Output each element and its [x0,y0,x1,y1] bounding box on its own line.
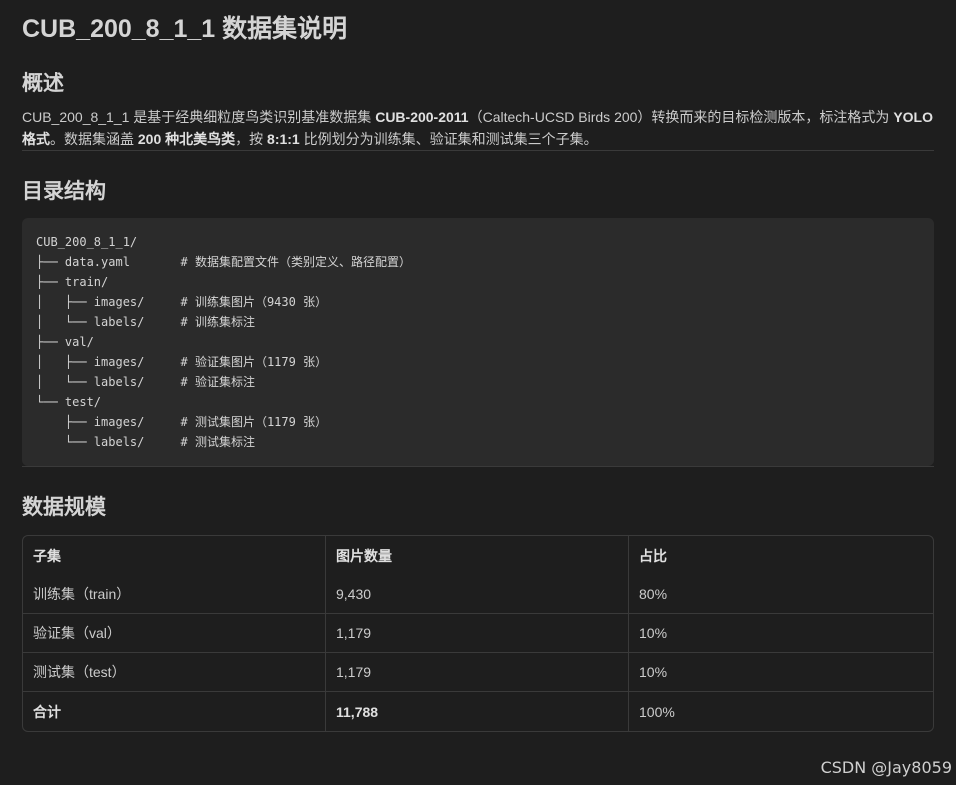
cell-total-ratio: 100% [639,703,675,720]
overview-text-2: （Caltech-UCSD Birds 200）转换而来的目标检测版本，标注格式… [468,109,894,125]
code-line: └── test/ [36,395,102,409]
tree-heading: 目录结构 [22,180,106,203]
overview-bold-dataset: CUB-200-2011 [375,109,469,125]
code-line: │ ├── images/ # 训练集图片（9430 张） [36,295,328,309]
overview-text-1: CUB_200_8_1_1 是基于经典细粒度鸟类识别基准数据集 [22,109,376,125]
cell-total-count: 11,788 [326,692,629,731]
code-line: ├── images/ # 测试集图片（1179 张） [36,415,328,429]
cell-count: 1,179 [326,653,629,692]
code-line: ├── train/ [36,275,109,289]
code-line: CUB_200_8_1_1/ [36,235,138,249]
cell-subset: 验证集（val） [23,614,326,653]
cell-ratio: 80% [629,575,933,614]
overview-text-3: 。数据集涵盖 [50,131,138,147]
overview-text-5: 比例划分为训练集、验证集和测试集三个子集。 [299,131,598,147]
cell-ratio: 10% [629,614,933,653]
table-row: 训练集（train） 9,430 80% [23,575,933,614]
column-header-subset: 子集 [23,536,326,575]
code-line: ├── val/ [36,335,94,349]
table-row: 测试集（test） 1,179 10% [23,653,933,692]
cell-subset: 测试集（test） [23,653,326,692]
overview-bold-species: 200 种北美鸟类 [137,131,236,147]
section-divider [22,150,934,151]
cell-total-label: 合计 [23,692,326,731]
overview-text-4: ，按 [235,131,268,147]
section-divider [22,466,934,467]
csdn-watermark: CSDN @Jay8059 [820,758,952,777]
table-total-row: 合计 11,788 100% [23,692,933,731]
scale-heading: 数据规模 [22,496,106,519]
code-line: ├── data.yaml # 数据集配置文件（类别定义、路径配置） [36,255,411,269]
cell-count: 1,179 [326,614,629,653]
overview-paragraph: CUB_200_8_1_1 是基于经典细粒度鸟类识别基准数据集 CUB-200-… [22,106,934,150]
overview-heading: 概述 [22,72,64,95]
code-line: └── labels/ # 测试集标注 [36,435,255,449]
page-title: CUB_200_8_1_1 数据集说明 [22,15,348,43]
table-header-row: 子集 图片数量 占比 [23,536,933,575]
code-line: │ └── labels/ # 训练集标注 [36,315,255,329]
cell-subset: 训练集（train） [23,575,326,614]
dataset-scale-table: 子集 图片数量 占比 训练集（train） 9,430 80% 验证集（val）… [22,535,934,732]
document-page: CUB_200_8_1_1 数据集说明 概述 CUB_200_8_1_1 是基于… [0,0,956,785]
directory-code-block[interactable]: CUB_200_8_1_1/ ├── data.yaml # 数据集配置文件（类… [22,218,934,466]
column-header-count: 图片数量 [326,536,629,575]
cell-ratio: 10% [629,653,933,692]
code-line: │ ├── images/ # 验证集图片（1179 张） [36,355,328,369]
table-row: 验证集（val） 1,179 10% [23,614,933,653]
code-line: │ └── labels/ # 验证集标注 [36,375,255,389]
overview-bold-ratio: 8:1:1 [267,131,300,147]
column-header-ratio: 占比 [639,547,667,564]
cell-count: 9,430 [326,575,629,614]
